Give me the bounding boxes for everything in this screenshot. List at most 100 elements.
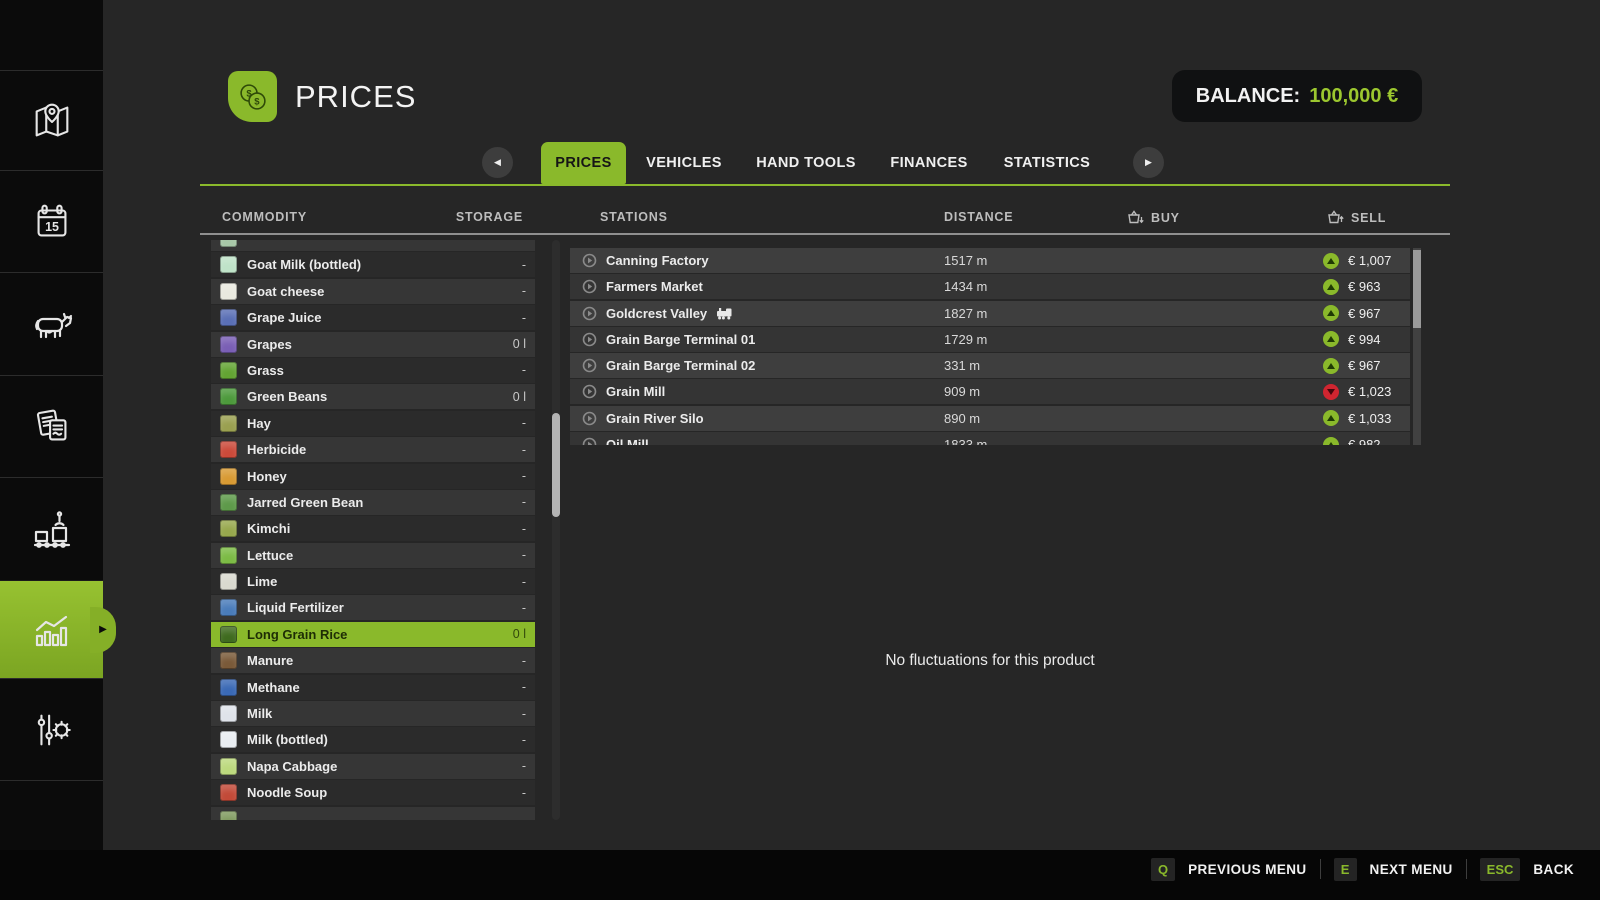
station-marker-icon xyxy=(582,411,597,426)
jarred-green-bean-icon xyxy=(220,494,237,511)
commodity-storage-value: - xyxy=(522,601,526,615)
commodity-name: Lime xyxy=(247,574,277,589)
station-distance: 890 m xyxy=(944,406,980,431)
commodity-row[interactable]: Green Beans 0 l xyxy=(211,384,535,409)
active-tab-arrow-icon: ▶ xyxy=(90,607,116,653)
station-name: Goldcrest Valley xyxy=(606,306,707,321)
commodity-name: Milk (bottled) xyxy=(247,732,328,747)
sidebar-item-contracts[interactable] xyxy=(0,375,103,477)
green-beans-icon xyxy=(220,388,237,405)
goat-cheese-icon xyxy=(220,283,237,300)
commodity-row[interactable]: Liquid Fertilizer - xyxy=(211,595,535,620)
basket-buy-icon xyxy=(1127,210,1144,225)
stations-scrollbar[interactable] xyxy=(1413,248,1421,445)
tabs-prev-button[interactable]: ◀ xyxy=(482,147,513,178)
commodity-row[interactable]: Herbicide - xyxy=(211,437,535,462)
tabs-next-button[interactable]: ▶ xyxy=(1133,147,1164,178)
column-header-buy: BUY xyxy=(1127,210,1180,225)
commodity-storage-value: - xyxy=(522,654,526,668)
commodity-row[interactable]: Kimchi - xyxy=(211,516,535,541)
tab-vehicles[interactable]: VEHICLES xyxy=(627,142,741,184)
station-sell-price: € 1,023 xyxy=(1348,379,1391,404)
grape-juice-icon xyxy=(220,309,237,326)
commodity-row[interactable]: Milk - xyxy=(211,701,535,726)
no-fluctuations-message: No fluctuations for this product xyxy=(570,652,1410,670)
svg-text:15: 15 xyxy=(45,220,59,234)
manure-icon xyxy=(220,652,237,669)
commodity-row[interactable]: Long Grain Rice 0 l xyxy=(211,622,535,647)
station-row[interactable]: Grain Barge Terminal 02 331 m € 967 xyxy=(570,353,1410,378)
commodity-row[interactable]: Hay - xyxy=(211,411,535,436)
commodity-row[interactable]: Lime - xyxy=(211,569,535,594)
hay-icon xyxy=(220,415,237,432)
commodity-row[interactable]: Jarred Green Bean - xyxy=(211,490,535,515)
commodity-scrollbar-thumb[interactable] xyxy=(552,413,560,517)
sidebar-item-map[interactable] xyxy=(0,70,103,170)
sidebar-item-calendar[interactable]: 15 xyxy=(0,170,103,272)
commodity-storage-value: - xyxy=(522,680,526,694)
hint-previous-menu[interactable]: Q PREVIOUS MENU xyxy=(1151,858,1307,881)
commodity-row[interactable]: Manure - xyxy=(211,648,535,673)
station-row[interactable]: Grain Mill 909 m € 1,023 xyxy=(570,379,1410,404)
commodity-row[interactable]: Milk (bottled) - xyxy=(211,727,535,752)
station-name: Grain Barge Terminal 01 xyxy=(606,332,755,347)
station-distance: 1517 m xyxy=(944,248,987,273)
sidebar-item-statistics[interactable]: ▶ xyxy=(0,580,103,678)
station-row[interactable]: Grain River Silo 890 m € 1,033 xyxy=(570,406,1410,431)
commodity-row[interactable]: Napa Cabbage - xyxy=(211,754,535,779)
commodity-name: Herbicide xyxy=(247,442,306,457)
commodity-row[interactable] xyxy=(211,807,535,820)
commodity-row[interactable]: Lettuce - xyxy=(211,543,535,568)
hint-next-menu[interactable]: E NEXT MENU xyxy=(1334,858,1453,881)
price-trend-icon xyxy=(1323,437,1339,445)
commodity-name: Honey xyxy=(247,469,287,484)
sidebar-item-production[interactable] xyxy=(0,477,103,580)
commodity-name: Lettuce xyxy=(247,548,293,563)
commodity-storage-value: - xyxy=(522,495,526,509)
station-row[interactable]: Grain Barge Terminal 01 1729 m € 994 xyxy=(570,327,1410,352)
station-sell-price: € 963 xyxy=(1348,274,1381,299)
stations-scrollbar-thumb[interactable] xyxy=(1413,250,1421,328)
commodity-name: Liquid Fertilizer xyxy=(247,600,344,615)
station-row[interactable]: Goldcrest Valley 1827 m € 967 xyxy=(570,301,1410,326)
tab-statistics[interactable]: STATISTICS xyxy=(987,142,1107,184)
station-row[interactable]: Canning Factory 1517 m € 1,007 xyxy=(570,248,1410,273)
commodity-row[interactable]: Goat cheese - xyxy=(211,279,535,304)
balance-label: BALANCE: xyxy=(1196,85,1300,108)
tab-finances[interactable]: FINANCES xyxy=(874,142,984,184)
commodity-icon xyxy=(220,240,237,247)
sidebar-item-settings[interactable] xyxy=(0,678,103,780)
station-row[interactable]: Oil Mill 1833 m € 982 xyxy=(570,432,1410,445)
commodity-row[interactable]: Grapes 0 l xyxy=(211,332,535,357)
tab-prices[interactable]: PRICES xyxy=(541,142,626,184)
station-row[interactable]: Farmers Market 1434 m € 963 xyxy=(570,274,1410,299)
commodity-row[interactable] xyxy=(211,240,535,251)
station-sell-price: € 1,033 xyxy=(1348,406,1391,431)
herbicide-icon xyxy=(220,441,237,458)
commodity-name: Milk xyxy=(247,706,272,721)
hint-separator xyxy=(1320,859,1321,879)
price-trend-icon xyxy=(1323,410,1339,426)
station-marker-icon xyxy=(582,279,597,294)
station-marker-icon xyxy=(582,253,597,268)
commodity-row[interactable]: Grape Juice - xyxy=(211,305,535,330)
commodity-name: Napa Cabbage xyxy=(247,759,337,774)
coins-icon: $ $ xyxy=(234,78,272,116)
commodity-name: Jarred Green Bean xyxy=(247,495,363,510)
commodity-row[interactable]: Honey - xyxy=(211,464,535,489)
hint-back[interactable]: ESC BACK xyxy=(1480,858,1574,881)
sidebar-item-animals[interactable] xyxy=(0,272,103,375)
station-marker-icon xyxy=(582,306,597,321)
commodity-storage-value: - xyxy=(522,548,526,562)
station-name: Canning Factory xyxy=(606,253,709,268)
commodity-row[interactable]: Noodle Soup - xyxy=(211,780,535,805)
station-distance: 1827 m xyxy=(944,301,987,326)
commodity-scrollbar[interactable] xyxy=(552,240,560,820)
commodity-row[interactable]: Grass - xyxy=(211,358,535,383)
commodity-row[interactable]: Goat Milk (bottled) - xyxy=(211,252,535,277)
commodity-storage-value: 0 l xyxy=(513,627,526,641)
commodity-storage-value: 0 l xyxy=(513,337,526,351)
tab-hand-tools[interactable]: HAND TOOLS xyxy=(741,142,871,184)
commodity-row[interactable]: Methane - xyxy=(211,675,535,700)
commodity-icon xyxy=(220,811,237,820)
